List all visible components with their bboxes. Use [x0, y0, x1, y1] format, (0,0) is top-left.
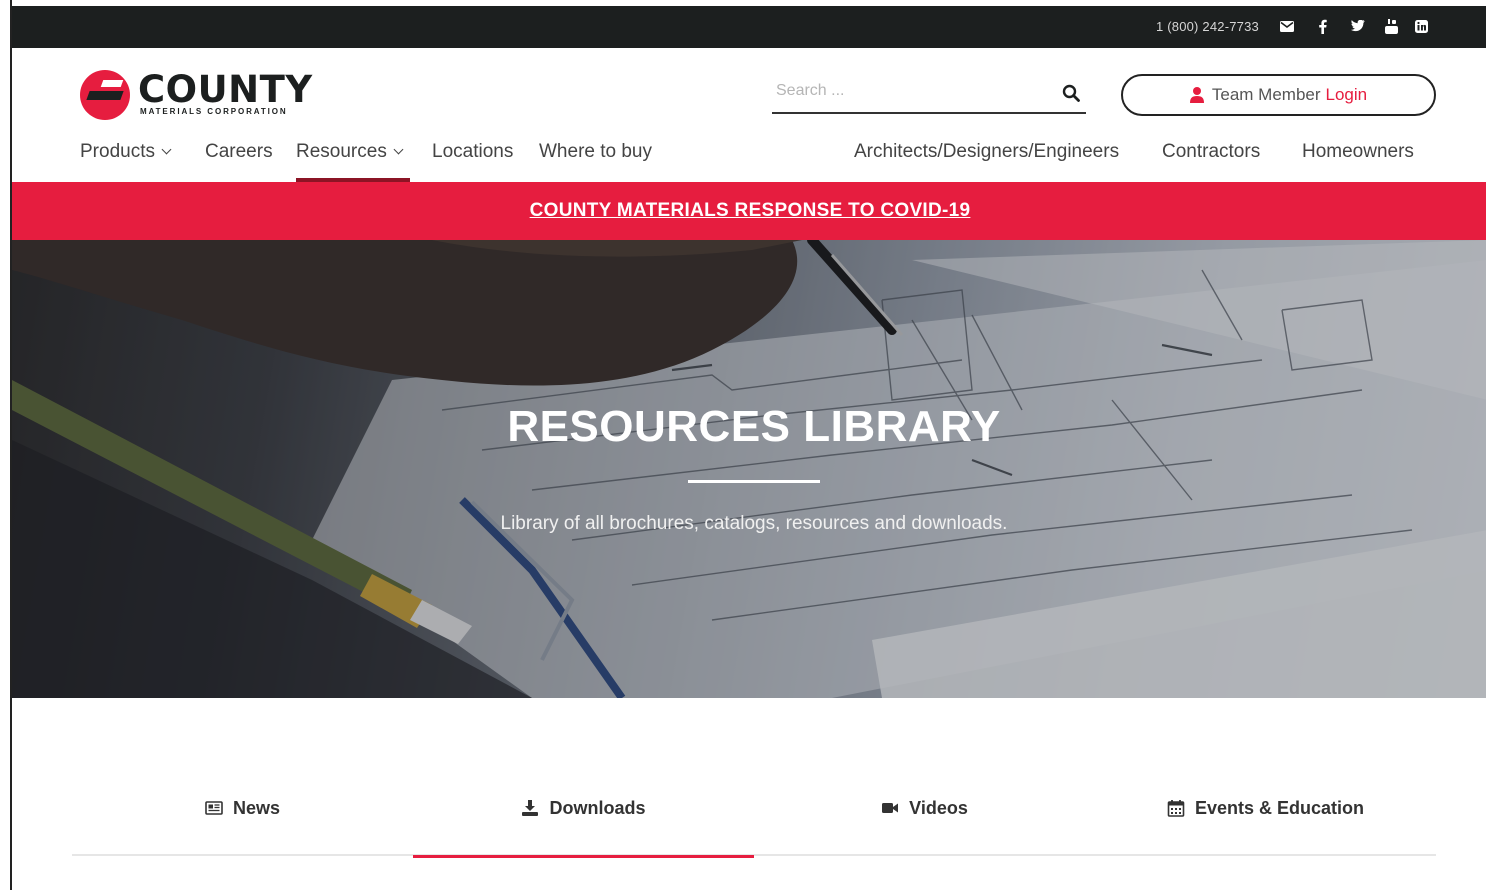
tab-label-videos: Videos — [909, 798, 968, 818]
team-member-login-button[interactable]: Team Member Login — [1121, 74, 1436, 116]
nav-label-products: Products — [80, 141, 155, 162]
mail-icon[interactable] — [1278, 17, 1296, 35]
hero-subtitle: Library of all brochures, catalogs, reso… — [500, 513, 1008, 534]
newspaper-icon — [205, 801, 223, 815]
nav-label-where-to-buy: Where to buy — [539, 141, 652, 162]
hero-title: RESOURCES LIBRARY — [507, 402, 1001, 451]
chevron-down-icon — [161, 144, 172, 155]
main-nav: Products Careers Resources Locations Whe… — [12, 141, 1486, 181]
nav-item-products[interactable]: Products — [80, 141, 172, 163]
logo-name: COUNTY — [138, 68, 313, 111]
hero-banner: RESOURCES LIBRARY Library of all brochur… — [12, 240, 1486, 698]
user-icon — [1189, 87, 1204, 103]
nav-item-where-to-buy[interactable]: Where to buy — [539, 141, 652, 163]
nav-label-careers: Careers — [205, 141, 273, 162]
nav-item-resources[interactable]: Resources — [296, 141, 404, 163]
download-icon — [522, 800, 539, 816]
calendar-icon — [1167, 800, 1185, 817]
covid-banner: COUNTY MATERIALS RESPONSE TO COVID-19 — [12, 182, 1486, 240]
nav-label-locations: Locations — [432, 141, 514, 162]
tab-label-downloads: Downloads — [549, 798, 646, 818]
utility-bar: 1 (800) 242-7733 — [12, 6, 1486, 48]
login-link[interactable]: Login — [1326, 85, 1368, 105]
tab-videos[interactable]: Videos — [754, 784, 1095, 854]
youtube-icon[interactable] — [1382, 17, 1400, 35]
nav-item-careers[interactable]: Careers — [205, 141, 273, 163]
logo-subtitle: MATERIALS CORPORATION — [140, 107, 288, 116]
tab-downloads[interactable]: Downloads — [413, 784, 754, 858]
nav-item-homeowners[interactable]: Homeowners — [1302, 141, 1414, 163]
tab-label-news: News — [232, 798, 281, 818]
nav-label-resources: Resources — [296, 141, 387, 162]
tab-label-events-education: Events & Education — [1194, 798, 1365, 818]
nav-label-architects: Architects/Designers/Engineers — [854, 141, 1120, 162]
twitter-icon[interactable] — [1349, 17, 1367, 35]
resource-tabs: News Downloads Videos Events & Education — [72, 784, 1436, 858]
page: 1 (800) 242-7733 COUNTY MATERIALS CORPOR… — [10, 0, 1486, 890]
search-input[interactable] — [776, 76, 1046, 106]
logo-mark-icon — [80, 70, 130, 120]
phone-number[interactable]: 1 (800) 242-7733 — [1156, 19, 1259, 34]
chevron-down-icon — [393, 144, 404, 155]
facebook-icon[interactable] — [1313, 17, 1331, 35]
nav-label-contractors: Contractors — [1162, 141, 1261, 162]
hero-overlay — [12, 240, 1486, 698]
login-label: Team Member — [1211, 85, 1321, 104]
search-box — [772, 74, 1086, 114]
tab-events-education[interactable]: Events & Education — [1095, 784, 1436, 854]
hero-divider — [688, 480, 820, 483]
nav-item-architects[interactable]: Architects/Designers/Engineers — [854, 141, 1119, 163]
search-icon[interactable] — [1062, 84, 1080, 102]
covid-response-link[interactable]: COUNTY MATERIALS RESPONSE TO COVID-19 — [530, 200, 971, 222]
nav-item-contractors[interactable]: Contractors — [1162, 141, 1260, 163]
company-logo[interactable]: COUNTY MATERIALS CORPORATION — [80, 68, 320, 122]
nav-item-locations[interactable]: Locations — [432, 141, 513, 163]
tab-news[interactable]: News — [72, 784, 413, 854]
video-camera-icon — [882, 803, 899, 813]
nav-label-homeowners: Homeowners — [1302, 141, 1414, 162]
linkedin-icon[interactable] — [1412, 17, 1430, 35]
